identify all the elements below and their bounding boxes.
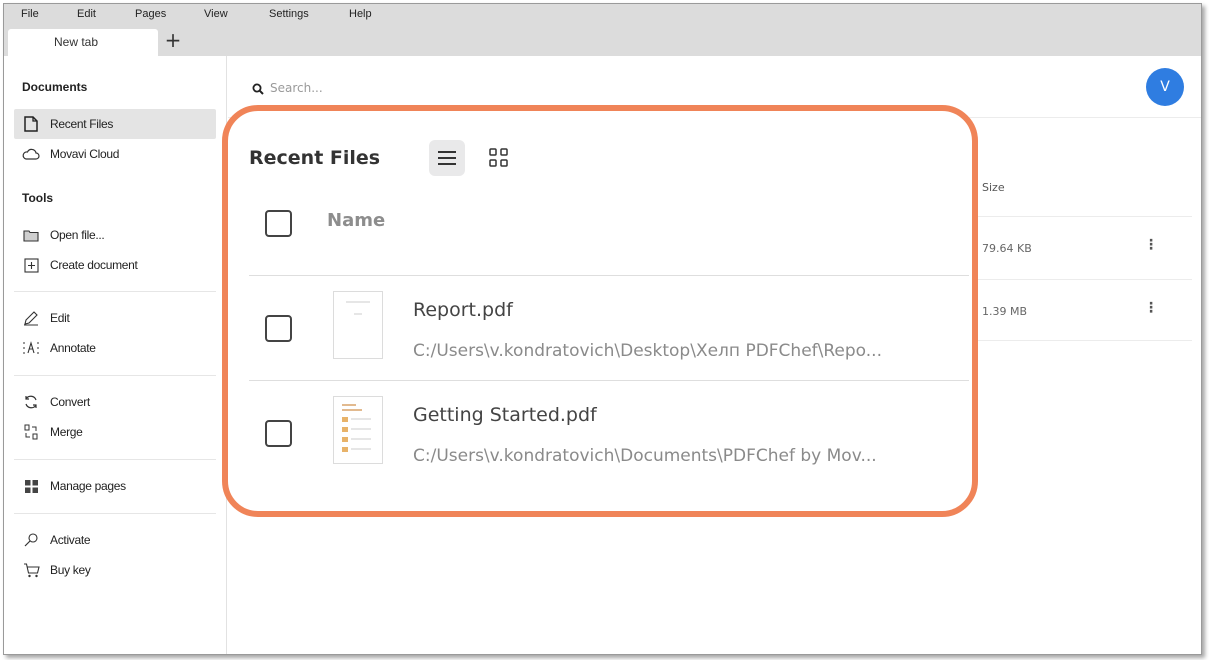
- sidebar-item-label: Movavi Cloud: [50, 147, 120, 161]
- plus-box-icon: [22, 256, 40, 274]
- section-tools: Tools: [22, 191, 54, 205]
- sidebar-item-buy-key[interactable]: Buy key: [14, 555, 216, 585]
- convert-icon: [22, 393, 40, 411]
- annotate-icon: [22, 339, 40, 357]
- more-options-icon[interactable]: ⋮: [1144, 301, 1158, 315]
- sidebar-item-recent-files[interactable]: Recent Files: [14, 109, 216, 139]
- title-bar: File Edit Pages View Settings Help New t…: [4, 4, 1201, 57]
- file-path: C:/Users\v.kondratovich\Desktop\Хелп PDF…: [413, 341, 882, 361]
- column-header-name[interactable]: Name: [327, 210, 385, 231]
- sidebar-item-open-file[interactable]: Open file...: [14, 220, 216, 250]
- cart-icon: [22, 561, 40, 579]
- section-documents: Documents: [22, 80, 88, 94]
- divider: [14, 375, 216, 376]
- sidebar-item-label: Create document: [50, 258, 138, 272]
- sidebar-item-merge[interactable]: Merge: [14, 417, 216, 447]
- divider: [14, 291, 216, 292]
- file-name: Report.pdf: [413, 299, 513, 321]
- table-row[interactable]: Getting Started.pdf C:/Users\v.kondratov…: [249, 382, 969, 486]
- recent-files-panel: Recent Files Name Report.pdf C:/Users\v.…: [228, 111, 972, 511]
- menu-view[interactable]: View: [204, 8, 228, 20]
- more-options-icon[interactable]: ⋮: [1144, 238, 1158, 252]
- file-thumbnail: [333, 396, 383, 464]
- folder-icon: [22, 226, 40, 244]
- cloud-icon: [22, 145, 40, 163]
- table-row[interactable]: Report.pdf C:/Users\v.kondratovich\Deskt…: [249, 277, 969, 381]
- menu-settings[interactable]: Settings: [269, 8, 309, 20]
- divider: [14, 513, 216, 514]
- file-thumbnail: [333, 291, 383, 359]
- panel-inner: Recent Files Name Report.pdf C:/Users\v.…: [228, 111, 972, 511]
- search-bar: V: [228, 56, 1201, 118]
- column-header-size[interactable]: Size: [982, 181, 1005, 194]
- avatar[interactable]: V: [1146, 68, 1184, 106]
- divider: [14, 459, 216, 460]
- sidebar-item-movavi-cloud[interactable]: Movavi Cloud: [14, 139, 216, 169]
- add-tab-button[interactable]: +: [162, 30, 184, 52]
- menu-help[interactable]: Help: [349, 8, 372, 20]
- file-path: C:/Users\v.kondratovich\Documents\PDFChe…: [413, 446, 877, 466]
- sidebar-item-manage-pages[interactable]: Manage pages: [14, 471, 216, 501]
- sidebar-item-label: Annotate: [50, 341, 96, 355]
- menu-file[interactable]: File: [21, 8, 39, 20]
- merge-icon: [22, 423, 40, 441]
- grid-icon: [22, 477, 40, 495]
- sidebar-item-create-document[interactable]: Create document: [14, 250, 216, 280]
- sidebar-item-label: Merge: [50, 425, 83, 439]
- tab-label: New tab: [54, 35, 99, 49]
- sidebar-item-activate[interactable]: Activate: [14, 525, 216, 555]
- file-size: 1.39 MB: [982, 305, 1028, 318]
- sidebar-item-label: Buy key: [50, 563, 91, 577]
- row-checkbox[interactable]: [265, 420, 292, 447]
- sidebar-item-label: Recent Files: [50, 117, 114, 131]
- menu-pages[interactable]: Pages: [135, 8, 166, 20]
- sidebar: Documents Recent Files Movavi Cloud Tool…: [4, 56, 227, 654]
- file-name: Getting Started.pdf: [413, 404, 597, 426]
- key-icon: [22, 531, 40, 549]
- search-icon: [252, 80, 264, 99]
- grid-view-button[interactable]: [481, 140, 517, 176]
- list-view-button[interactable]: [429, 140, 465, 176]
- list-icon: [438, 151, 456, 165]
- sidebar-item-label: Open file...: [50, 228, 105, 242]
- select-all-checkbox[interactable]: [265, 210, 292, 237]
- sidebar-item-label: Edit: [50, 311, 70, 325]
- sidebar-item-label: Manage pages: [50, 479, 126, 493]
- sidebar-item-label: Activate: [50, 533, 91, 547]
- sidebar-item-convert[interactable]: Convert: [14, 387, 216, 417]
- menu-bar: File Edit Pages View Settings Help: [4, 8, 1201, 24]
- grid-view-icon: [489, 148, 508, 167]
- row-checkbox[interactable]: [265, 315, 292, 342]
- sidebar-item-annotate[interactable]: Annotate: [14, 333, 216, 363]
- menu-edit[interactable]: Edit: [77, 8, 96, 20]
- file-icon: [22, 115, 40, 133]
- page-title: Recent Files: [249, 147, 381, 169]
- sidebar-item-label: Convert: [50, 395, 90, 409]
- file-size: 79.64 KB: [982, 242, 1032, 255]
- sidebar-item-edit[interactable]: Edit: [14, 303, 216, 333]
- pencil-icon: [22, 309, 40, 327]
- tab-new[interactable]: New tab: [8, 29, 158, 57]
- table-header: Name: [249, 196, 969, 276]
- search-input[interactable]: [270, 78, 570, 98]
